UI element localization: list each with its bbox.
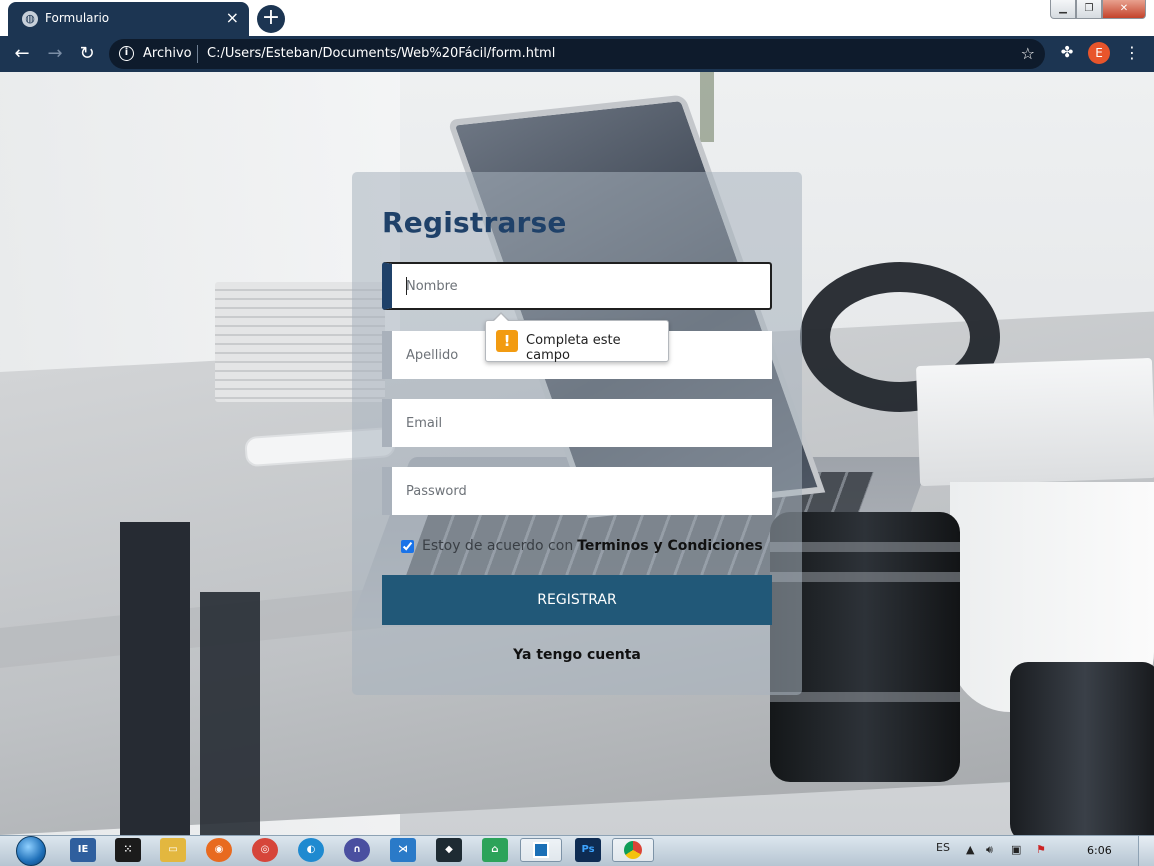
- browser-titlebar: ◍ Formulario × + ▁ ❐ ✕: [0, 0, 1154, 36]
- scheme-label: Archivo: [143, 46, 192, 61]
- password-field[interactable]: [382, 467, 772, 515]
- close-window-button[interactable]: ✕: [1102, 0, 1146, 19]
- browser-menu-icon[interactable]: ⋮: [1124, 42, 1140, 64]
- start-button[interactable]: [6, 835, 46, 866]
- nombre-input[interactable]: [392, 264, 770, 308]
- omnibox-divider: [197, 45, 198, 63]
- minimize-button[interactable]: ▁: [1050, 0, 1076, 19]
- password-input[interactable]: [392, 467, 772, 515]
- desk-leg-left: [120, 522, 190, 835]
- folder-icon[interactable]: ▭: [160, 838, 186, 862]
- tab-close-icon[interactable]: ×: [226, 8, 239, 27]
- desk-leg-right: [200, 592, 260, 835]
- email-field[interactable]: [382, 399, 772, 447]
- terms-label: Estoy de acuerdo con: [422, 538, 574, 554]
- warning-icon: !: [496, 330, 518, 352]
- bookmark-star-icon[interactable]: ☆: [1021, 44, 1035, 63]
- terms-link[interactable]: Terminos y Condiciones: [577, 538, 762, 554]
- terms-agreement: Estoy de acuerdo con Terminos y Condicio…: [401, 537, 763, 555]
- tooltip-arrow-fill: [493, 314, 509, 322]
- login-link[interactable]: Ya tengo cuenta: [352, 647, 802, 663]
- blackberry-icon[interactable]: ⁙: [115, 838, 141, 862]
- globe-icon: ◍: [22, 11, 38, 27]
- green-app-icon[interactable]: ⌂: [482, 838, 508, 862]
- address-bar[interactable]: i Archivo C:/Users/Esteban/Documents/Web…: [109, 39, 1045, 69]
- background-notebooks: [915, 357, 1154, 487]
- nombre-field[interactable]: [382, 262, 772, 310]
- firefox-icon[interactable]: ◉: [206, 838, 232, 862]
- background-plant: [700, 72, 714, 142]
- browser-toolbar: ← → ↻ i Archivo C:/Users/Esteban/Documen…: [0, 36, 1154, 72]
- email-input[interactable]: [392, 399, 772, 447]
- text-caret: [406, 277, 407, 295]
- new-tab-button[interactable]: +: [257, 5, 285, 33]
- extensions-puzzle-icon[interactable]: ✤: [1057, 42, 1077, 62]
- show-desktop-button[interactable]: [1138, 836, 1154, 866]
- forward-arrow-icon[interactable]: →: [43, 42, 67, 66]
- photoshop-icon[interactable]: Ps: [575, 838, 601, 862]
- headphones-app-icon[interactable]: ∩: [344, 838, 370, 862]
- vscode-icon[interactable]: ⋊: [390, 838, 416, 862]
- register-button[interactable]: REGISTRAR: [382, 575, 772, 625]
- form-title: Registrarse: [382, 206, 567, 239]
- back-arrow-icon[interactable]: ←: [10, 42, 34, 66]
- profile-avatar[interactable]: E: [1088, 42, 1110, 64]
- browser-tab[interactable]: ◍ Formulario ×: [8, 2, 249, 36]
- validation-message: Completa este campo: [526, 333, 621, 363]
- chrome-active-icon[interactable]: [612, 838, 654, 862]
- network-icon[interactable]: ▣: [1011, 843, 1021, 856]
- tray-expand-icon[interactable]: ▲: [966, 843, 974, 856]
- validation-tooltip: ! Completa este campo: [485, 320, 669, 363]
- kindle-icon[interactable]: ◆: [436, 838, 462, 862]
- window-controls: ▁ ❐ ✕: [1050, 0, 1146, 20]
- edge-icon[interactable]: ◐: [298, 838, 324, 862]
- ie-icon[interactable]: IE: [70, 838, 96, 862]
- url-text[interactable]: C:/Users/Esteban/Documents/Web%20Fácil/f…: [207, 46, 555, 61]
- terms-checkbox[interactable]: [401, 539, 414, 553]
- language-indicator[interactable]: ES: [936, 841, 950, 854]
- background-camera-lens-small: [1010, 662, 1154, 835]
- tab-title: Formulario: [45, 11, 110, 25]
- active-window-icon[interactable]: [520, 838, 562, 862]
- volume-icon[interactable]: 🔊︎: [986, 843, 993, 857]
- windows-logo-icon: [16, 836, 46, 866]
- restore-button[interactable]: ❐: [1076, 0, 1102, 19]
- clock[interactable]: 6:06: [1087, 844, 1112, 857]
- info-icon[interactable]: i: [119, 46, 134, 61]
- reload-icon[interactable]: ↻: [75, 42, 99, 66]
- flag-alert-icon[interactable]: ⚑: [1036, 843, 1046, 856]
- chrome-icon[interactable]: ◎: [252, 838, 278, 862]
